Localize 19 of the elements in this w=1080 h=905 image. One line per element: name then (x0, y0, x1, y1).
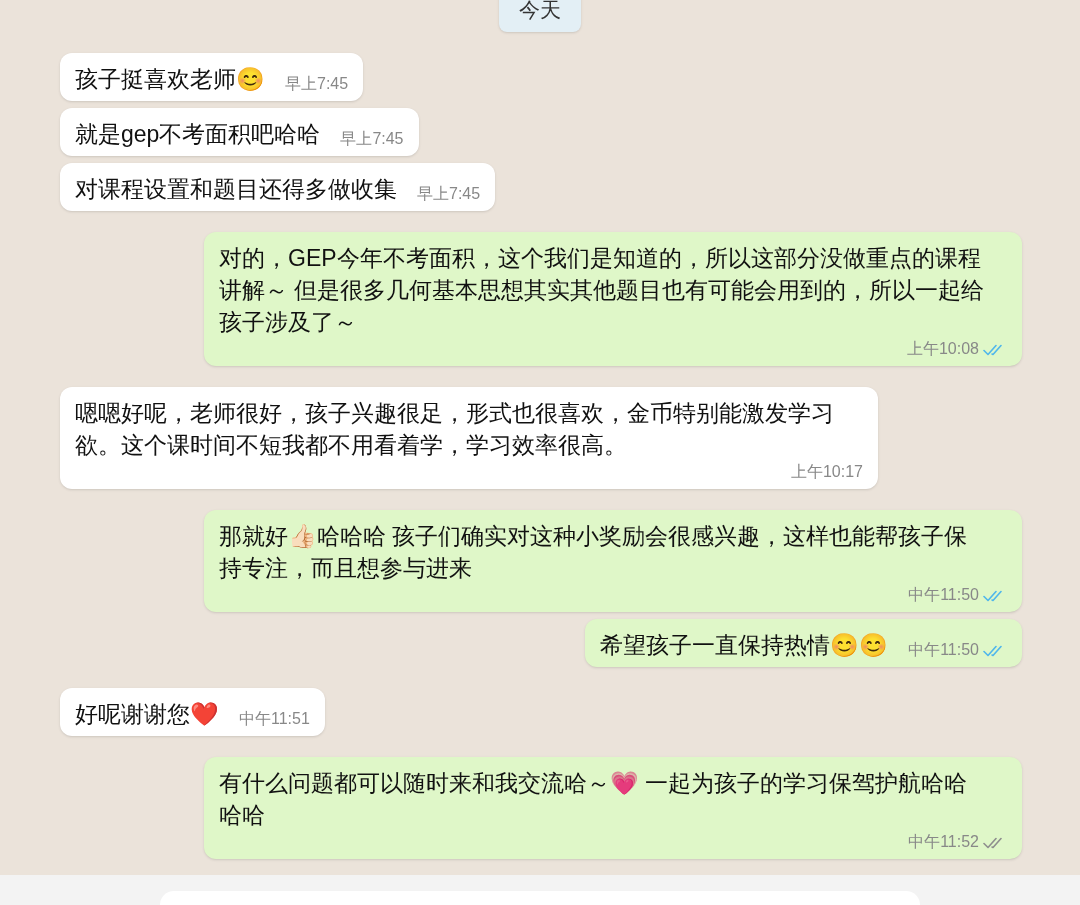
message-time: 中午11:50 (908, 640, 979, 660)
message-time: 中午11:52 (908, 832, 979, 852)
message-text: 就是gep不考面积吧哈哈 (75, 120, 321, 149)
message-time: 上午10:08 (906, 339, 979, 359)
message-time: 上午10:17 (790, 462, 863, 482)
message-text: 对的，GEP今年不考面积，这个我们是知道的，所以这部分没做重点的课程讲解～ 但是很多几何基本思想其实其他题目也有可能会用到的，所以一起给孩子涉及了～ (219, 244, 986, 337)
date-chip: 今天 (499, 0, 581, 32)
message-text: 孩子挺喜欢老师😊 (75, 65, 265, 94)
message-time: 早上7:45 (340, 129, 404, 149)
message-text: 希望孩子一直保持热情😊😊 (600, 631, 889, 660)
message-text: 有什么问题都可以随时来和我交流哈～💗 一起为孩子的学习保驾护航哈哈哈哈 (219, 769, 969, 830)
message-time: 早上7:45 (417, 184, 481, 204)
message-time: 早上7:45 (285, 74, 349, 94)
message-text: 那就好👍🏻哈哈哈 孩子们确实对这种小奖励会很感兴趣，这样也能帮孩子保持专注，而且想参与进来 (219, 522, 969, 583)
message-text: 对课程设置和题目还得多做收集 (75, 175, 397, 204)
message-text: 好呢谢谢您❤ (75, 700, 219, 729)
message-time: 中午11:50 (908, 585, 979, 605)
message-time: 中午11:51 (239, 709, 310, 729)
message-text: 嗯嗯好呢，老师很好，孩子兴趣很足，形式也很喜欢，金币特别能激发学习欲。这个课时间不短我都不用看着学，学习效率很高。 (75, 399, 835, 460)
